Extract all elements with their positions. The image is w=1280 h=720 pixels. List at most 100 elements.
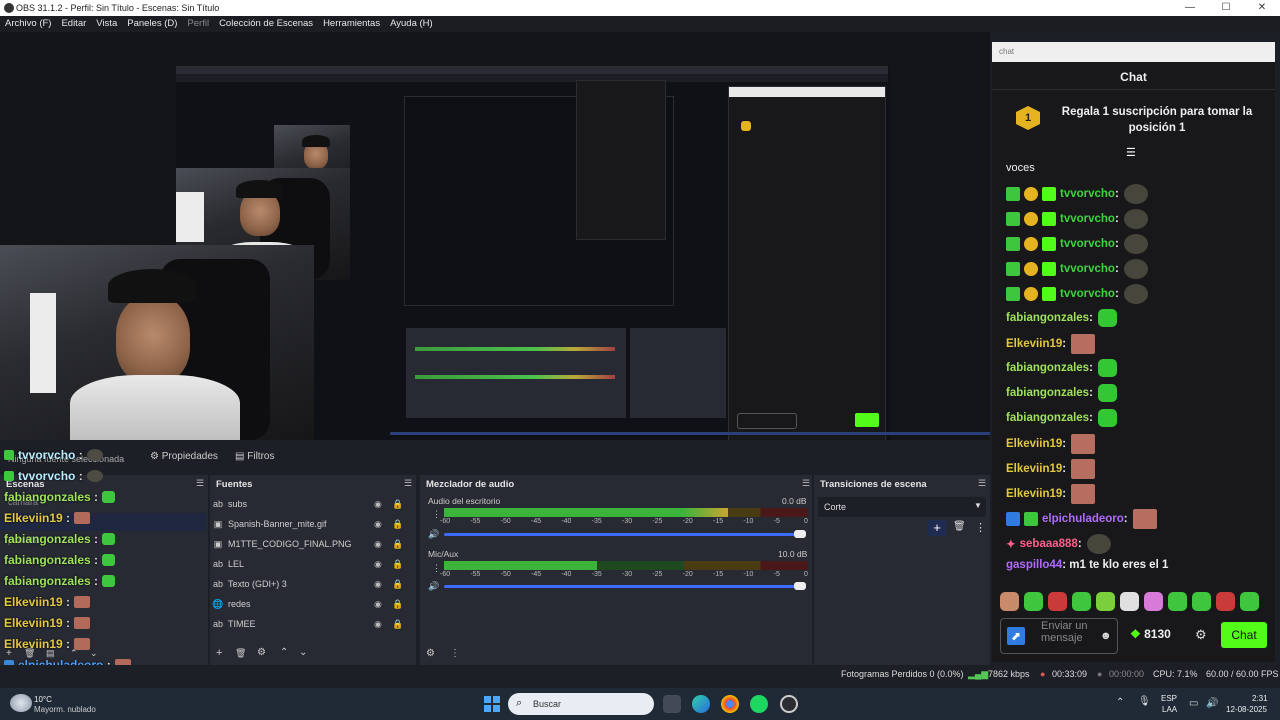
emote-picker-icon[interactable] — [1096, 592, 1115, 611]
chat-settings-icon[interactable]: ⚙ — [1195, 627, 1207, 643]
lock-icon[interactable]: 🔒 — [392, 519, 403, 530]
transition-select[interactable]: Corte ▼ — [818, 497, 986, 517]
audio-settings-icon[interactable]: ⚙ — [426, 648, 435, 659]
network-icon[interactable]: ▭ — [1189, 698, 1198, 709]
source-row[interactable]: ab TIMEE ◉ 🔒 — [210, 614, 408, 634]
lock-icon[interactable]: 🔒 — [392, 539, 403, 550]
eye-icon[interactable]: ◉ — [374, 539, 382, 550]
emote-picker-icon[interactable] — [1120, 592, 1139, 611]
menu-archivo[interactable]: Archivo (F) — [0, 16, 56, 32]
task-view-icon[interactable] — [663, 695, 681, 713]
eye-icon[interactable]: ◉ — [374, 619, 382, 630]
source-down-icon[interactable]: ⌄ — [299, 647, 307, 658]
source-row[interactable]: 🌐 redes ◉ 🔒 — [210, 594, 408, 614]
menu-paneles[interactable]: Paneles (D) — [122, 16, 182, 32]
chat-username[interactable]: tvvorvcho — [1060, 263, 1115, 275]
chat-username[interactable]: tvvorvcho — [1060, 188, 1115, 200]
emote-picker-icon[interactable] — [1240, 592, 1259, 611]
chat-search-input[interactable]: chat — [992, 42, 1275, 62]
chat-username[interactable]: sebaaa888 — [1020, 538, 1078, 550]
chat-username[interactable]: fabiangonzales — [1006, 312, 1089, 324]
chat-username[interactable]: tvvorvcho — [1060, 213, 1115, 225]
volume-icon[interactable]: 🔊 — [1206, 698, 1218, 709]
menu-coleccion-escenas[interactable]: Colección de Escenas — [214, 16, 318, 32]
speaker-icon[interactable]: 🔊 — [428, 581, 439, 592]
eye-icon[interactable]: ◉ — [374, 579, 382, 590]
lang-indicator[interactable]: ESP — [1161, 694, 1177, 703]
menu-vista[interactable]: Vista — [91, 16, 122, 32]
mixer-more-icon[interactable]: ⋮ — [450, 648, 460, 659]
emote-picker-icon[interactable] — [1000, 592, 1019, 611]
preview-scrollbar[interactable] — [390, 432, 990, 435]
chat-username[interactable]: fabiangonzales — [1006, 387, 1089, 399]
chat-username[interactable]: tvvorvcho — [1060, 288, 1115, 300]
sources-menu-icon[interactable]: ☰ — [404, 478, 412, 489]
transition-more-icon[interactable]: ⋮ — [975, 521, 986, 534]
menu-herramientas[interactable]: Herramientas — [318, 16, 385, 32]
lock-icon[interactable]: 🔒 — [392, 499, 403, 510]
expand-icon[interactable]: ☰ — [1126, 146, 1136, 159]
source-settings-icon[interactable]: ⚙ — [257, 647, 266, 658]
add-source-button[interactable]: + — [216, 647, 222, 659]
volume-slider-handle[interactable] — [794, 530, 806, 538]
maximize-button[interactable]: ☐ — [1208, 0, 1244, 16]
lock-icon[interactable]: 🔒 — [392, 599, 403, 610]
eye-icon[interactable]: ◉ — [374, 559, 382, 570]
chat-username[interactable]: fabiangonzales — [1006, 362, 1089, 374]
speaker-icon[interactable]: 🔊 — [428, 529, 439, 540]
volume-slider-handle[interactable] — [794, 582, 806, 590]
volume-slider[interactable] — [444, 533, 800, 536]
emote-picker-icon[interactable] — [1024, 592, 1043, 611]
chat-username[interactable]: fabiangonzales — [1006, 412, 1089, 424]
obs-icon[interactable] — [780, 695, 798, 713]
remove-transition-icon[interactable]: 🗑 — [953, 521, 966, 532]
send-chat-button[interactable]: Chat — [1221, 622, 1267, 648]
volume-slider[interactable] — [444, 585, 800, 588]
taskbar-search[interactable]: ⌕ Buscar — [508, 693, 654, 715]
filters-button[interactable]: ▤ Filtros — [235, 451, 274, 462]
minimize-button[interactable]: — — [1172, 0, 1208, 16]
chat-username[interactable]: elpichuladeoro — [1042, 513, 1124, 525]
eye-icon[interactable]: ◉ — [374, 519, 382, 530]
emoji-icon[interactable]: ☻ — [1100, 630, 1112, 642]
emote-picker-icon[interactable] — [1048, 592, 1067, 611]
channel-points[interactable]: ❖ 8130 — [1130, 627, 1171, 641]
mixer-menu-icon[interactable]: ☰ — [802, 478, 810, 489]
emote-picker-icon[interactable] — [1144, 592, 1163, 611]
tray-chevron-icon[interactable]: ⌃ — [1116, 697, 1124, 708]
menu-ayuda[interactable]: Ayuda (H) — [385, 16, 438, 32]
lock-icon[interactable]: 🔒 — [392, 619, 403, 630]
chat-username[interactable]: Elkeviin19 — [1006, 438, 1062, 450]
source-row[interactable]: ab subs ◉ 🔒 — [210, 494, 408, 514]
windows-start-icon[interactable] — [484, 696, 500, 712]
source-row[interactable]: ab Texto (GDI+) 3 ◉ 🔒 — [210, 574, 408, 594]
chat-message-input[interactable]: ⬈ Enviar un mensaje ☻ — [1000, 618, 1118, 654]
chat-username[interactable]: tvvorvcho — [1060, 238, 1115, 250]
spotify-icon[interactable] — [750, 695, 768, 713]
lock-icon[interactable]: 🔒 — [392, 559, 403, 570]
source-row[interactable]: ab LEL ◉ 🔒 — [210, 554, 408, 574]
menu-perfil[interactable]: Perfil — [182, 16, 214, 32]
emote-picker-icon[interactable] — [1192, 592, 1211, 611]
chrome-icon[interactable] — [721, 695, 739, 713]
emote-picker-icon[interactable] — [1072, 592, 1091, 611]
chat-username[interactable]: Elkeviin19 — [1006, 488, 1062, 500]
mic-icon[interactable]: 🎙 — [1138, 696, 1151, 707]
chat-username[interactable]: gaspillo44 — [1006, 559, 1062, 571]
transitions-menu-icon[interactable]: ☰ — [978, 478, 986, 489]
eye-icon[interactable]: ◉ — [374, 599, 382, 610]
menu-editar[interactable]: Editar — [56, 16, 91, 32]
chat-username[interactable]: Elkeviin19 — [1006, 463, 1062, 475]
lock-icon[interactable]: 🔒 — [392, 579, 403, 590]
chat-username[interactable]: Elkeviin19 — [1006, 338, 1062, 350]
emote-picker-icon[interactable] — [1216, 592, 1235, 611]
emote-picker-icon[interactable] — [1168, 592, 1187, 611]
add-transition-button[interactable]: + — [928, 520, 946, 536]
source-row[interactable]: ▣ M1TTE_CODIGO_FINAL.PNG ◉ 🔒 — [210, 534, 408, 554]
source-up-icon[interactable]: ⌃ — [280, 647, 288, 658]
eye-icon[interactable]: ◉ — [374, 499, 382, 510]
close-button[interactable]: ✕ — [1244, 0, 1280, 16]
preview-canvas[interactable] — [0, 32, 990, 464]
source-row[interactable]: ▣ Spanish-Banner_mite.gif ◉ 🔒 — [210, 514, 408, 534]
remove-source-icon[interactable]: 🗑 — [235, 648, 246, 659]
